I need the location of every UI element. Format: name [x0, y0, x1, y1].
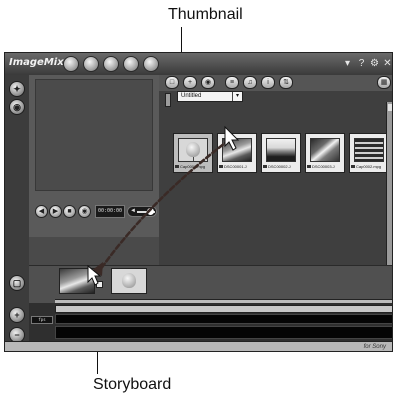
print-mode-button[interactable] [123, 56, 139, 72]
library-panel: □ + ◉ ≡ ♫ i ⇅ ▦ Untitled ▾ Cap0001.mpg D… [159, 75, 392, 265]
thumbnail-item[interactable]: Cap0001.mpg [173, 133, 213, 173]
thumbnail-image [178, 138, 208, 162]
album-mode-button[interactable] [103, 56, 119, 72]
album-select-value: Untitled [181, 93, 202, 99]
preview-screen [35, 79, 153, 191]
sort-button[interactable]: ⇅ [279, 76, 293, 89]
thumbnail-image [354, 138, 384, 162]
minimize-icon[interactable]: ▾ [341, 57, 354, 70]
image-file-icon [307, 165, 311, 169]
callout-storyboard-label: Storyboard [93, 376, 172, 393]
grid-view-button[interactable]: ▦ [377, 76, 391, 89]
album-select[interactable]: Untitled ▾ [177, 91, 243, 102]
timecode-display: 00:00:00 [95, 205, 125, 218]
left-tool-strip: ✦ ◉ ▢ + − [5, 75, 29, 351]
storyboard-clip[interactable] [59, 268, 95, 294]
thumbnail-image [310, 138, 340, 162]
rewind-button[interactable]: ◀ [35, 205, 48, 218]
storyboard-strip [29, 265, 392, 304]
web-mode-button[interactable] [143, 56, 159, 72]
thumbnail-item[interactable]: Cap0002.mpg [349, 133, 389, 173]
library-scrollbar-thumb[interactable] [388, 104, 392, 111]
thumbnail-name: DSC00003.J [312, 164, 335, 169]
thumbnail-item[interactable]: DSC00003.J [305, 133, 345, 173]
storyboard-clip[interactable] [111, 268, 147, 294]
volume-slider[interactable]: ◄ [127, 206, 157, 217]
thumbnail-name: Cap0002.mpg [356, 164, 382, 169]
thumbnail-item[interactable]: DSC00001.J [217, 133, 257, 173]
album-tab[interactable] [165, 93, 171, 107]
album-button[interactable]: ◉ [9, 99, 25, 115]
thumbnail-name: DSC00002.J [268, 164, 291, 169]
playback-controls: ◀ ▶ ■ ◉ 00:00:00 ◄ [35, 205, 159, 221]
camera-button[interactable]: ◉ [201, 76, 215, 89]
balloon-shape [186, 142, 200, 157]
capture-mode-button[interactable] [63, 56, 79, 72]
video-file-icon [351, 165, 355, 169]
folder-button[interactable]: □ [165, 76, 179, 89]
play-button[interactable]: ▶ [49, 205, 62, 218]
audio-track[interactable] [55, 326, 392, 339]
timeline-ruler[interactable] [55, 305, 392, 313]
volume-knob[interactable] [147, 208, 154, 215]
video-file-icon [175, 165, 179, 169]
list-view-button[interactable]: ≡ [225, 76, 239, 89]
thumbnail-name: DSC00001.J [224, 164, 247, 169]
edit-mode-button[interactable] [83, 56, 99, 72]
thumbnail-image [266, 138, 296, 162]
thumbnail-name: Cap0001.mpg [180, 164, 206, 169]
settings-icon[interactable]: ⚙ [368, 57, 381, 70]
imagemixer-window: ImageMixer ▾ ? ⚙ ✕ ✦ ◉ ▢ + − ◀ ▶ ■ ◉ 00:… [4, 52, 393, 352]
image-file-icon [263, 165, 267, 169]
stop-button[interactable]: ■ [63, 205, 76, 218]
thumbnail-image [222, 138, 252, 162]
timeline-panel: fps [29, 303, 392, 341]
transition-marker[interactable] [96, 281, 103, 288]
video-track[interactable] [55, 314, 392, 324]
import-button[interactable]: ▢ [9, 275, 25, 291]
preview-panel: ◀ ▶ ■ ◉ 00:00:00 ◄ [29, 75, 159, 237]
library-scrollbar[interactable] [386, 102, 392, 265]
balloon-shape [122, 273, 136, 288]
brand-label: for Sony [363, 344, 386, 350]
speaker-icon: ◄ [130, 208, 136, 214]
new-album-button[interactable]: + [183, 76, 197, 89]
fps-indicator: fps [31, 316, 53, 324]
title-bar: ImageMixer ▾ ? ⚙ ✕ [5, 53, 392, 75]
image-file-icon [219, 165, 223, 169]
library-toolbar: □ + ◉ ≡ ♫ i ⇅ ▦ [159, 75, 392, 91]
callout-thumbnail-label: Thumbnail [168, 6, 243, 23]
audio-button[interactable]: ♫ [243, 76, 257, 89]
info-button[interactable]: i [261, 76, 275, 89]
zoom-in-button[interactable]: + [9, 307, 25, 323]
help-icon[interactable]: ? [355, 57, 368, 70]
snapshot-button[interactable]: ◉ [78, 205, 91, 218]
status-bar: for Sony [5, 341, 392, 351]
chevron-down-icon: ▾ [232, 92, 242, 101]
close-icon[interactable]: ✕ [381, 57, 392, 70]
thumbnail-item[interactable]: DSC00002.J [261, 133, 301, 173]
balloon-string [193, 157, 194, 161]
wizard-button[interactable]: ✦ [9, 81, 25, 97]
